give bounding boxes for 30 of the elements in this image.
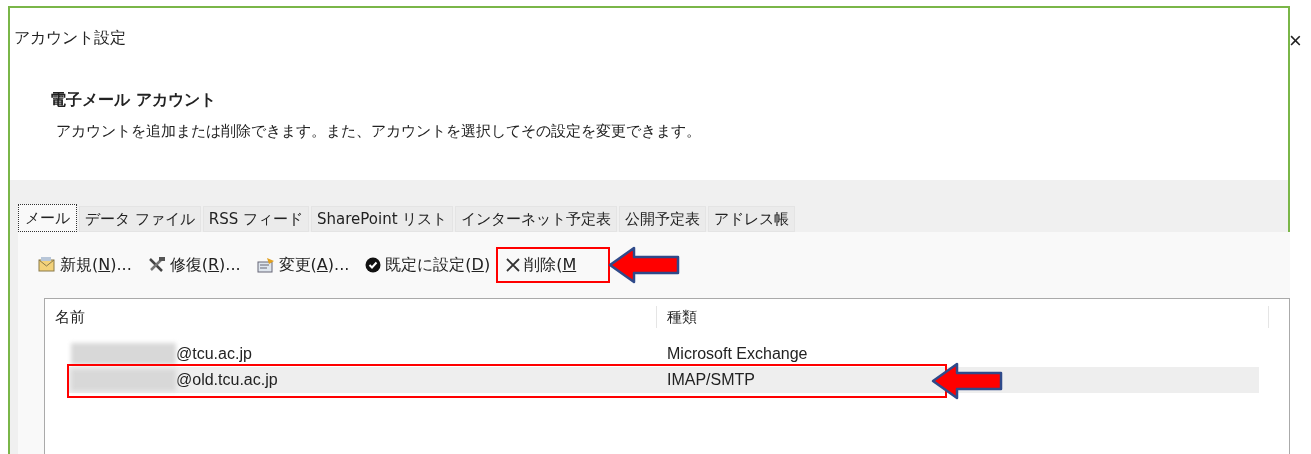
arrow-annotation xyxy=(931,362,1003,400)
tab[interactable]: SharePoint リスト xyxy=(311,206,454,232)
account-name: @tcu.ac.jp xyxy=(176,344,252,364)
account-row[interactable]: @tcu.ac.jp Microsoft Exchange xyxy=(69,341,1259,367)
tab[interactable]: 公開予定表 xyxy=(619,206,707,232)
account-type: IMAP/SMTP xyxy=(667,370,755,390)
close-icon xyxy=(506,258,521,272)
account-name: @old.tcu.ac.jp xyxy=(176,370,278,390)
toolbar-button[interactable]: 変更(A)... xyxy=(254,250,352,280)
tab[interactable]: RSS フィード xyxy=(202,206,309,232)
tools-icon xyxy=(147,257,166,273)
toolbar-button[interactable]: 削除(M xyxy=(504,250,579,280)
close-button[interactable]: × xyxy=(1289,30,1302,52)
envelope-icon xyxy=(38,257,56,273)
column-header[interactable]: 種類 xyxy=(657,305,1269,329)
tab[interactable]: アドレス帳 xyxy=(708,206,796,232)
section-title: 電子メール アカウント xyxy=(50,89,217,111)
toolbar-button[interactable]: 新規(N)... xyxy=(36,250,134,280)
account-row[interactable]: @old.tcu.ac.jp IMAP/SMTP xyxy=(69,367,1259,393)
column-header[interactable]: 名前 xyxy=(45,305,657,329)
tab[interactable]: データ ファイル xyxy=(79,206,201,232)
card-icon xyxy=(256,257,275,273)
section-description: アカウントを追加または削除できます。また、アカウントを選択してその設定を変更できます。 xyxy=(55,121,702,142)
toolbar-button[interactable]: 修復(R)... xyxy=(145,250,243,280)
tab[interactable]: メール xyxy=(18,204,77,232)
check-circle-icon xyxy=(365,257,382,273)
toolbar-button[interactable]: 既定に設定(D) xyxy=(363,250,493,280)
tab[interactable]: インターネット予定表 xyxy=(455,206,618,232)
window-title: アカウント設定 xyxy=(14,27,126,49)
account-type: Microsoft Exchange xyxy=(667,344,808,364)
